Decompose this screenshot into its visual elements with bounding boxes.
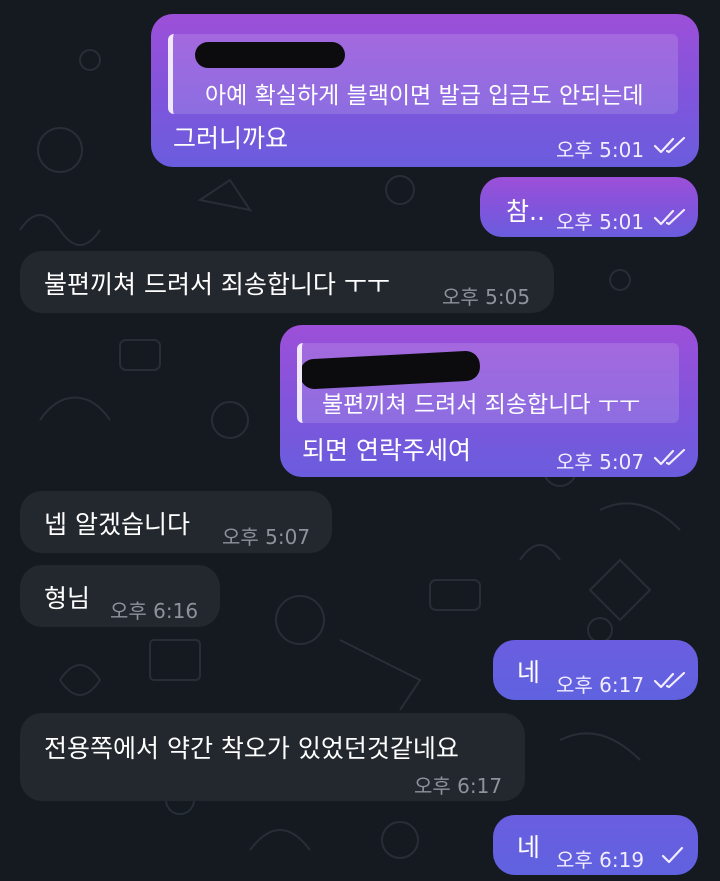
message-text: 전용쪽에서 약간 착오가 있었던것같네요 (44, 734, 459, 763)
message-bubble[interactable]: 형님 오후 6:16 (20, 565, 220, 627)
message-text: 불편끼쳐 드려서 죄송합니다 ㅜㅜ (44, 270, 390, 299)
reply-quote-text: 불편끼쳐 드려서 죄송합니다 ㅜㅜ (322, 392, 641, 418)
message-time: 오후 5:07 (222, 525, 311, 549)
message-text: 형님 (44, 584, 91, 613)
message-time: 오후 6:16 (110, 599, 199, 623)
single-check-icon (661, 846, 684, 864)
reply-quote[interactable]: 아예 확실하게 블랙이면 발급 입금도 안되는데 (168, 34, 678, 114)
message-bubble[interactable]: 네 오후 6:19 (493, 815, 698, 875)
message-text: 네 (517, 658, 541, 687)
redacted-sender-name (302, 350, 481, 390)
message-time: 오후 5:01 (556, 210, 645, 234)
redacted-sender-name (195, 42, 345, 68)
message-bubble[interactable]: 네 오후 6:17 (493, 640, 698, 700)
double-check-icon (653, 208, 686, 226)
message-bubble[interactable]: 넵 알겠습니다 오후 5:07 (20, 491, 332, 553)
message-time: 오후 5:07 (556, 450, 645, 474)
message-text: 그러니까요 (173, 124, 289, 153)
message-bubble[interactable]: 전용쪽에서 약간 착오가 있었던것같네요 오후 6:17 (20, 713, 525, 801)
reply-quote-text: 아예 확실하게 블랙이면 발급 입금도 안되는데 (205, 83, 644, 109)
message-time: 오후 6:19 (556, 848, 645, 872)
message-bubble[interactable]: 참.. 오후 5:01 (480, 177, 698, 237)
message-bubble[interactable]: 불편끼쳐 드려서 죄송합니다 ㅜㅜ 오후 5:05 (20, 251, 554, 313)
message-text: 참.. (506, 197, 545, 226)
message-text: 되면 연락주세여 (302, 436, 471, 465)
message-time: 오후 6:17 (556, 673, 645, 697)
double-check-icon (653, 671, 686, 689)
double-check-icon (653, 136, 686, 154)
message-bubble[interactable]: 아예 확실하게 블랙이면 발급 입금도 안되는데 그러니까요 오후 5:01 (151, 14, 699, 167)
message-text: 넵 알겠습니다 (44, 510, 190, 539)
message-time: 오후 5:05 (442, 285, 531, 309)
message-time: 오후 5:01 (556, 138, 645, 162)
message-text: 네 (517, 833, 541, 862)
reply-quote[interactable]: 불편끼쳐 드려서 죄송합니다 ㅜㅜ (297, 343, 679, 423)
message-time: 오후 6:17 (414, 774, 503, 798)
double-check-icon (653, 448, 686, 466)
message-bubble[interactable]: 불편끼쳐 드려서 죄송합니다 ㅜㅜ 되면 연락주세여 오후 5:07 (280, 325, 698, 477)
